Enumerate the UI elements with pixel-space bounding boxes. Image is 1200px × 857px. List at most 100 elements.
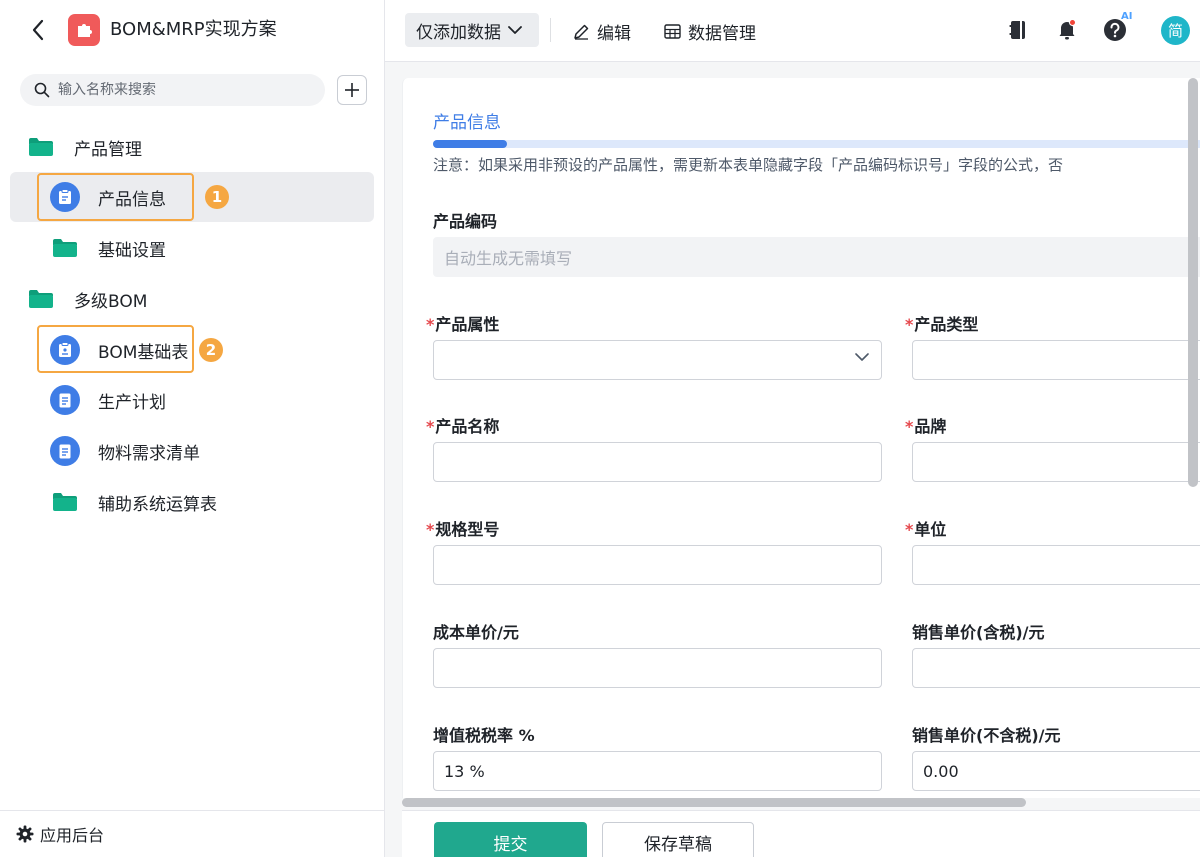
app-backend-label: 应用后台 — [40, 826, 105, 845]
sidebar: BOM&MRP实现方案 产品管理 产品信息 1 基础设置 — [0, 0, 385, 857]
sale-price-notax-value: 0.00 — [923, 761, 959, 781]
sidebar-group-label: 产品管理 — [74, 139, 142, 160]
product-code-field: 自动生成无需填写 — [433, 237, 1200, 277]
sidebar-group-product-management[interactable]: 产品管理 — [10, 122, 374, 172]
sale-price-tax-label: 销售单价(含税)/元 — [912, 623, 1045, 642]
sidebar-item-label: 物料需求清单 — [98, 443, 200, 464]
product-type-label: *产品类型 — [905, 311, 978, 335]
top-toolbar: 仅添加数据 编辑 数据管理 AI 简 — [385, 0, 1200, 62]
vat-rate-value: 13 % — [444, 761, 485, 781]
bell-icon — [1059, 19, 1076, 40]
step-badge: 2 — [199, 338, 223, 362]
vat-rate-label: 增值税税率 % — [433, 726, 535, 745]
required-mark: * — [426, 315, 435, 334]
brand-text: 品牌 — [914, 417, 947, 436]
document-icon — [50, 385, 80, 415]
sale-price-notax-input[interactable]: 0.00 — [912, 751, 1200, 791]
product-attr-select[interactable] — [433, 340, 882, 380]
sidebar-item-production-plan[interactable]: 生产计划 — [10, 375, 374, 425]
ai-tag: AI — [1121, 11, 1133, 22]
sidebar-item-label: 生产计划 — [98, 392, 166, 413]
sale-price-tax-input[interactable] — [912, 648, 1200, 688]
required-mark: * — [426, 417, 435, 436]
notebook-button[interactable] — [1004, 16, 1032, 44]
product-name-text: 产品名称 — [435, 417, 500, 436]
brand-label: *品牌 — [905, 413, 946, 437]
sidebar-item-material-requirements[interactable]: 物料需求清单 — [10, 426, 374, 476]
unit-text: 单位 — [914, 520, 947, 539]
section-divider-track — [433, 140, 1200, 148]
data-manage-button[interactable]: 数据管理 — [664, 18, 756, 44]
product-code-label: 产品编码 — [433, 212, 498, 231]
cost-price-input[interactable] — [433, 648, 882, 688]
chevron-left-icon — [32, 19, 44, 41]
notification-button[interactable] — [1053, 16, 1081, 44]
main-content: 产品信息 注意：如果采用非预设的产品属性，需更新本表单隐藏字段「产品编码标识号」… — [385, 62, 1200, 857]
add-data-dropdown[interactable]: 仅添加数据 — [405, 13, 539, 47]
notebook-icon — [1009, 21, 1025, 39]
form-icon — [50, 182, 80, 212]
section-title: 产品信息 — [433, 113, 501, 133]
required-mark: * — [905, 417, 914, 436]
edit-button[interactable]: 编辑 — [573, 18, 631, 44]
back-button[interactable] — [24, 14, 52, 46]
app-backend-link[interactable]: 应用后台 — [0, 810, 385, 857]
gear-icon — [16, 825, 34, 843]
brand-input[interactable] — [912, 442, 1200, 482]
document-icon — [50, 436, 80, 466]
chevron-down-icon — [508, 25, 522, 34]
search-input[interactable] — [58, 82, 308, 98]
vertical-scrollbar[interactable] — [1188, 78, 1198, 487]
avatar[interactable]: 简 — [1161, 16, 1190, 45]
edit-label: 编辑 — [597, 23, 631, 44]
spec-model-label: *规格型号 — [426, 516, 499, 540]
required-mark: * — [426, 520, 435, 539]
sidebar-item-product-info[interactable]: 产品信息 — [10, 172, 374, 222]
folder-icon — [53, 493, 77, 511]
puzzle-icon — [78, 24, 92, 37]
pencil-icon — [574, 24, 589, 40]
product-code-placeholder: 自动生成无需填写 — [444, 249, 573, 268]
search-box[interactable] — [20, 74, 325, 106]
section-divider-accent — [433, 140, 507, 148]
spec-model-input[interactable] — [433, 545, 882, 585]
sidebar-item-label: BOM基础表 — [98, 342, 189, 363]
sidebar-group-label: 多级BOM — [74, 291, 148, 312]
required-mark: * — [905, 520, 914, 539]
sidebar-group-multilevel-bom[interactable]: 多级BOM — [10, 274, 374, 324]
sidebar-item-label: 产品信息 — [98, 189, 166, 210]
unit-input[interactable] — [912, 545, 1200, 585]
form-card: 产品信息 注意：如果采用非预设的产品属性，需更新本表单隐藏字段「产品编码标识号」… — [402, 78, 1200, 798]
sidebar-item-auxiliary-calc[interactable]: 辅助系统运算表 — [10, 477, 374, 527]
product-type-field[interactable] — [912, 340, 1200, 380]
chevron-down-icon — [855, 353, 869, 361]
product-type-text: 产品类型 — [914, 315, 979, 334]
folder-icon — [53, 239, 77, 257]
product-attr-text: 产品属性 — [435, 315, 500, 334]
sidebar-item-label: 基础设置 — [98, 240, 166, 261]
horizontal-scrollbar[interactable] — [402, 798, 1026, 807]
plus-icon — [345, 83, 359, 97]
form-action-bar: 提交 保存草稿 — [402, 810, 1200, 857]
notice-text: 注意：如果采用非预设的产品属性，需更新本表单隐藏字段「产品编码标识号」字段的公式… — [433, 156, 1064, 174]
vat-rate-input[interactable]: 13 % — [433, 751, 882, 791]
sidebar-item-basic-settings[interactable]: 基础设置 — [10, 223, 374, 273]
submit-button[interactable]: 提交 — [434, 822, 587, 857]
search-icon — [34, 82, 50, 98]
form-icon — [50, 335, 80, 365]
data-manage-label: 数据管理 — [688, 23, 756, 44]
folder-icon — [29, 290, 53, 308]
add-button[interactable] — [337, 75, 367, 105]
folder-icon — [29, 138, 53, 156]
sidebar-item-label: 辅助系统运算表 — [98, 494, 217, 515]
cost-price-label: 成本单价/元 — [433, 623, 519, 642]
toolbar-divider — [550, 18, 551, 42]
product-attr-label: *产品属性 — [426, 311, 499, 335]
app-logo — [68, 14, 100, 46]
product-name-input[interactable] — [433, 442, 882, 482]
sidebar-item-bom-base[interactable]: BOM基础表 — [10, 325, 374, 375]
required-mark: * — [905, 315, 914, 334]
unit-label: *单位 — [905, 516, 946, 540]
save-draft-button[interactable]: 保存草稿 — [602, 822, 754, 857]
spec-model-text: 规格型号 — [435, 520, 500, 539]
